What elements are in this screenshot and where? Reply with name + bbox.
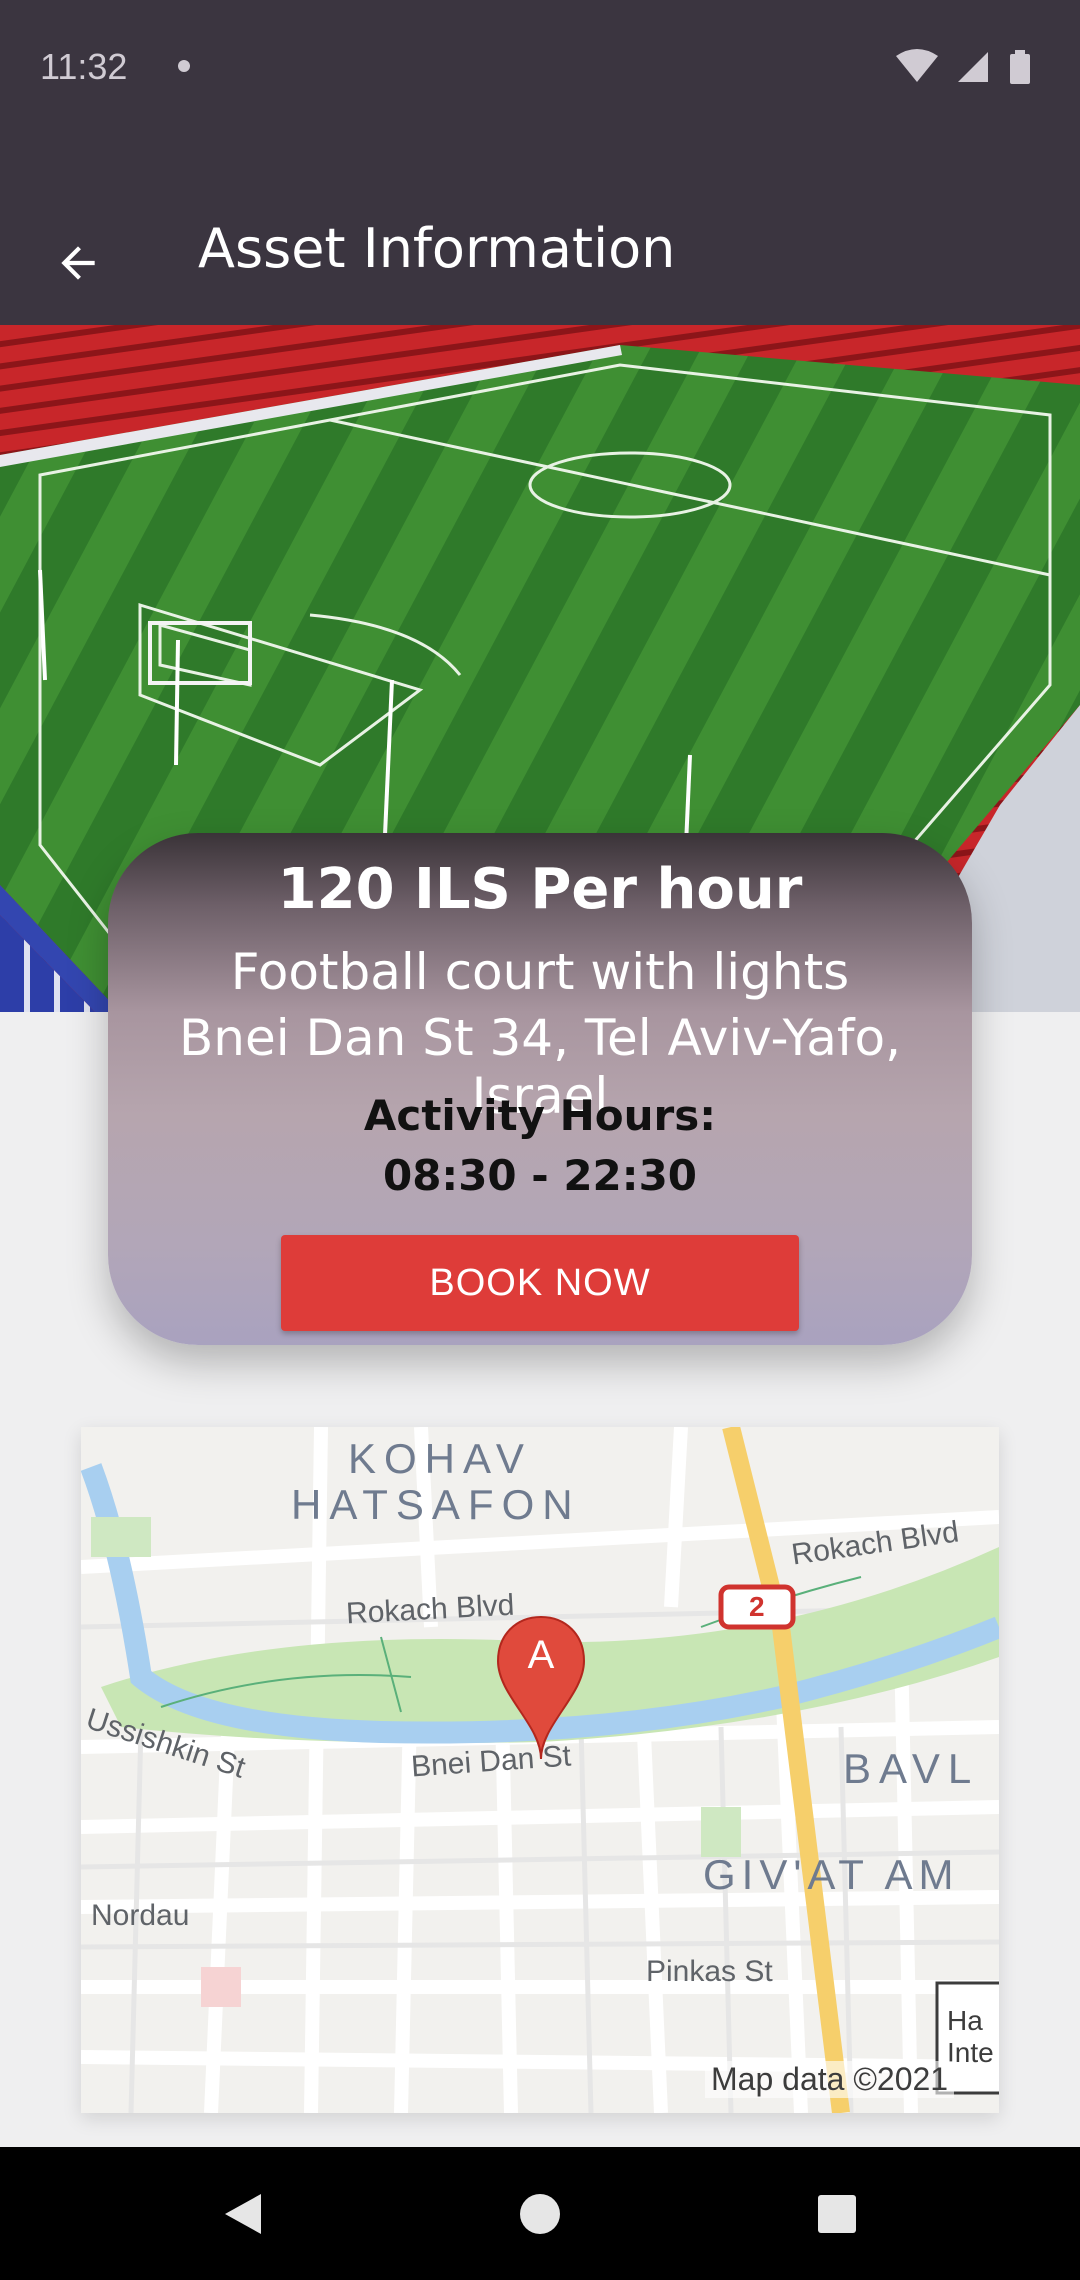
wifi-icon <box>896 49 938 82</box>
nav-recents-button[interactable] <box>802 2179 872 2249</box>
map-label-nordau: Nordau <box>91 1899 190 1932</box>
location-map[interactable]: KOHAV HATSAFON Rokach Blvd Rokach Blvd U… <box>81 1427 999 2113</box>
activity-hours-value: 08:30 - 22:30 <box>382 1151 698 1200</box>
battery-icon <box>1010 50 1030 84</box>
nav-home-button[interactable] <box>505 2179 575 2249</box>
route-number: 2 <box>749 1591 765 1622</box>
notification-dot-icon <box>178 60 190 72</box>
back-triangle-icon <box>225 2194 261 2234</box>
map-label-kohav: KOHAV <box>348 1435 532 1482</box>
nav-back-button[interactable] <box>208 2179 278 2249</box>
system-nav-bar <box>0 2147 1080 2280</box>
activity-hours-label: Activity Hours: <box>363 1091 717 1140</box>
map-label-ha-inte: Ha Inte <box>947 2005 994 2068</box>
home-circle-icon <box>520 2194 560 2234</box>
status-time: 11:32 <box>40 46 128 87</box>
asset-info-card: 120 ILS Per hour Football court with lig… <box>108 833 972 1345</box>
arrow-back-icon <box>61 246 95 280</box>
price-label: 120 ILS Per hour <box>277 857 803 922</box>
status-bar: 11:32 <box>0 0 1080 135</box>
map-marker[interactable]: A <box>496 1615 586 1761</box>
book-now-button[interactable]: BOOK NOW <box>281 1235 799 1331</box>
map-label-bavl: BAVL <box>843 1745 980 1792</box>
back-button[interactable] <box>40 225 116 301</box>
map-label-pinkas: Pinkas St <box>646 1955 773 1988</box>
page-title: Asset Information <box>198 217 676 280</box>
map-marker-label: A <box>527 1633 555 1677</box>
map-label-givat: GIV'AT AM <box>703 1851 960 1898</box>
map-attribution: Map data ©2021 <box>705 2061 955 2098</box>
map-label-hatsafon: HATSAFON <box>291 1481 581 1528</box>
recents-square-icon <box>818 2195 856 2233</box>
signal-icon <box>958 52 988 82</box>
status-icons <box>896 49 1030 84</box>
app-bar: Asset Information <box>0 135 1080 325</box>
asset-description: Football court with lights <box>230 943 850 1001</box>
